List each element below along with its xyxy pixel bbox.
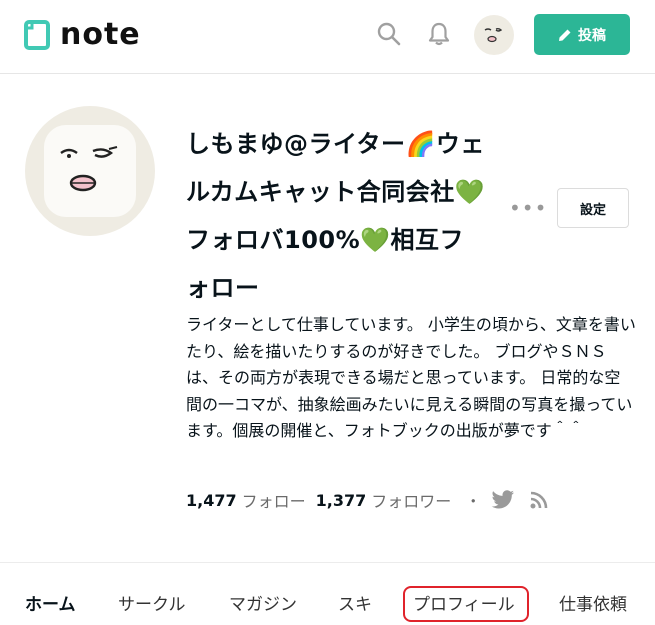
top-header: note 投稿 [0,0,655,74]
profile-bio: ライターとして仕事しています。 小学生の頃から、文章を書いたり、絵を描いたりする… [186,315,636,440]
tab-magazine[interactable]: マガジン [229,593,297,617]
post-button[interactable]: 投稿 [534,14,630,55]
face-icon [484,27,503,43]
tab-work-request[interactable]: 仕事依頼 [559,593,627,617]
follow-stats: 1,477 フォロー 1,377 フォロワー ・ [186,488,563,512]
twitter-icon[interactable] [491,490,515,510]
search-icon[interactable] [376,21,402,47]
face-illustration-icon [60,146,118,192]
tabs-divider [0,562,655,563]
profile-tab-highlight [403,586,529,622]
follow-count[interactable]: 1,477 [186,491,237,510]
more-options-icon[interactable]: ••• [509,198,547,218]
follow-label[interactable]: フォロー [242,488,306,512]
profile-name: しもまゆ@ライター🌈ウェルカムキャット合同会社💚フォロバ100%💚相互フォロー [186,130,486,302]
follower-count[interactable]: 1,377 [316,491,367,510]
user-avatar[interactable] [474,15,514,55]
logo-text: note [60,17,141,52]
tab-suki[interactable]: スキ [338,593,372,617]
bell-icon[interactable] [426,21,452,47]
avatar-face [44,125,136,217]
tab-circle[interactable]: サークル [118,593,186,617]
profile-avatar [25,106,155,236]
separator-dot: ・ [465,492,482,511]
post-button-label: 投稿 [578,27,606,44]
note-logo[interactable]: note [24,18,141,52]
pencil-icon [559,29,571,41]
rss-icon[interactable] [529,490,549,510]
tab-home[interactable]: ホーム [25,593,76,617]
settings-button[interactable]: 設定 [557,188,629,228]
note-logo-icon [24,20,50,50]
follower-label[interactable]: フォロワー [371,488,451,512]
